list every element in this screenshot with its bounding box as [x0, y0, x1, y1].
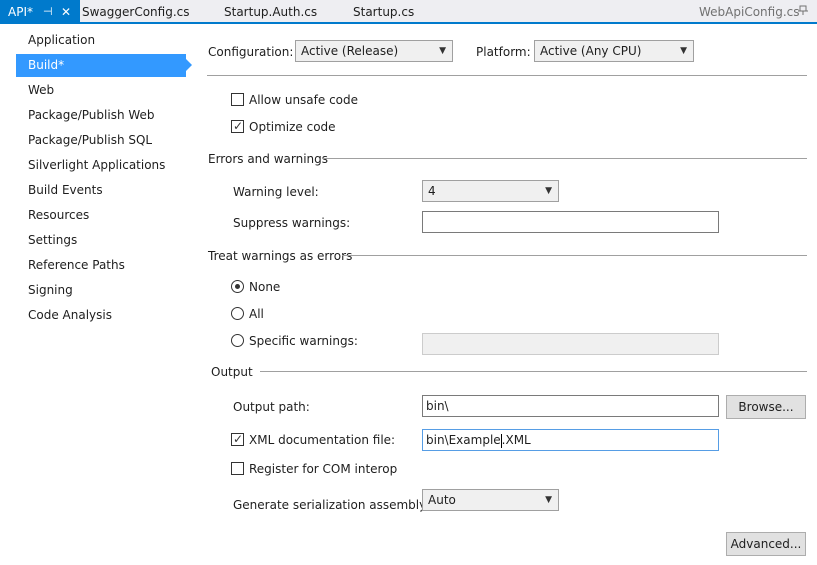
- com-interop-label[interactable]: Register for COM interop: [249, 461, 397, 477]
- treat-all-radio[interactable]: [231, 307, 244, 320]
- nav-item-silverlight-applications[interactable]: Silverlight Applications: [16, 154, 186, 177]
- xml-doc-value-end: .XML: [501, 433, 531, 447]
- chevron-down-icon: ▼: [545, 186, 552, 196]
- advanced-button[interactable]: Advanced...: [726, 532, 806, 556]
- tab-swaggerconfig[interactable]: SwaggerConfig.cs: [76, 2, 196, 22]
- output-section-title: Output: [211, 365, 253, 379]
- configuration-value: Active (Release): [301, 44, 399, 58]
- xml-doc-input[interactable]: bin\Example.XML: [422, 429, 719, 451]
- configuration-select[interactable]: Active (Release) ▼: [295, 40, 453, 62]
- pin-icon[interactable]: ⊣: [43, 0, 53, 24]
- xml-doc-value-start: bin\Example: [426, 433, 501, 447]
- com-interop-checkbox[interactable]: [231, 462, 244, 475]
- treat-all-label[interactable]: All: [249, 306, 264, 322]
- tab-startup[interactable]: Startup.cs: [347, 2, 420, 22]
- chevron-down-icon: ▼: [680, 46, 687, 56]
- configuration-label: Configuration:: [208, 45, 294, 59]
- xml-doc-label[interactable]: XML documentation file:: [249, 432, 395, 448]
- platform-label: Platform:: [476, 45, 531, 59]
- output-path-input[interactable]: bin\: [422, 395, 719, 417]
- checkmark-icon: ✓: [233, 432, 244, 446]
- serialization-value: Auto: [428, 493, 456, 507]
- nav-item-build-events[interactable]: Build Events: [16, 179, 186, 202]
- output-path-label: Output path:: [233, 400, 310, 414]
- nav-item-code-analysis[interactable]: Code Analysis: [16, 304, 186, 327]
- nav-item-package-publish-sql[interactable]: Package/Publish SQL: [16, 129, 186, 152]
- nav-item-package-publish-web[interactable]: Package/Publish Web: [16, 104, 186, 127]
- warning-level-value: 4: [428, 184, 436, 198]
- errors-section-divider: [322, 158, 807, 159]
- chevron-down-icon: ▼: [439, 46, 446, 56]
- optimize-code-checkbox[interactable]: ✓: [231, 119, 244, 133]
- document-tab-strip: API* ⊣ ✕ SwaggerConfig.cs Startup.Auth.c…: [0, 0, 817, 24]
- optimize-code-label[interactable]: Optimize code: [249, 119, 336, 135]
- treat-specific-radio[interactable]: [231, 334, 244, 347]
- specific-warnings-input[interactable]: [422, 333, 719, 355]
- warning-level-select[interactable]: 4 ▼: [422, 180, 559, 202]
- allow-unsafe-label[interactable]: Allow unsafe code: [249, 92, 358, 108]
- errors-section-title: Errors and warnings: [208, 152, 329, 166]
- nav-item-build[interactable]: Build*: [16, 54, 192, 77]
- treat-none-radio[interactable]: [231, 280, 244, 293]
- radio-selected-dot: [235, 284, 240, 289]
- warning-level-label: Warning level:: [233, 185, 319, 199]
- treat-warnings-divider: [342, 255, 807, 256]
- tab-api-label: API*: [8, 5, 33, 19]
- nav-item-web[interactable]: Web: [16, 79, 186, 102]
- pin-icon[interactable]: [798, 4, 810, 16]
- treat-warnings-section-title: Treat warnings as errors: [208, 249, 353, 263]
- tab-api-properties[interactable]: API* ⊣ ✕: [0, 0, 80, 24]
- tab-webapiconfig-preview[interactable]: WebApiConfig.cs: [693, 2, 806, 22]
- checkmark-icon: ✓: [233, 119, 244, 133]
- chevron-down-icon: ▼: [545, 495, 552, 505]
- treat-specific-label[interactable]: Specific warnings:: [249, 333, 358, 349]
- platform-select[interactable]: Active (Any CPU) ▼: [534, 40, 694, 62]
- serialization-select[interactable]: Auto ▼: [422, 489, 559, 511]
- output-section-divider: [260, 371, 807, 372]
- suppress-warnings-input[interactable]: [422, 211, 719, 233]
- header-divider: [207, 75, 807, 76]
- nav-item-settings[interactable]: Settings: [16, 229, 186, 252]
- suppress-warnings-label: Suppress warnings:: [233, 216, 351, 230]
- serialization-label: Generate serialization assembly:: [233, 498, 430, 512]
- nav-item-signing[interactable]: Signing: [16, 279, 186, 302]
- build-properties-panel: Configuration: Active (Release) ▼ Platfo…: [195, 24, 817, 565]
- platform-value: Active (Any CPU): [540, 44, 642, 58]
- nav-item-application[interactable]: Application: [16, 29, 186, 52]
- nav-item-resources[interactable]: Resources: [16, 204, 186, 227]
- close-icon[interactable]: ✕: [61, 0, 71, 24]
- allow-unsafe-checkbox[interactable]: [231, 93, 244, 106]
- treat-none-label[interactable]: None: [249, 279, 280, 295]
- property-pages-nav: Application Build* Web Package/Publish W…: [0, 24, 195, 565]
- xml-doc-checkbox[interactable]: ✓: [231, 432, 244, 446]
- tab-startup-auth[interactable]: Startup.Auth.cs: [218, 2, 323, 22]
- browse-button[interactable]: Browse...: [726, 395, 806, 419]
- nav-item-reference-paths[interactable]: Reference Paths: [16, 254, 186, 277]
